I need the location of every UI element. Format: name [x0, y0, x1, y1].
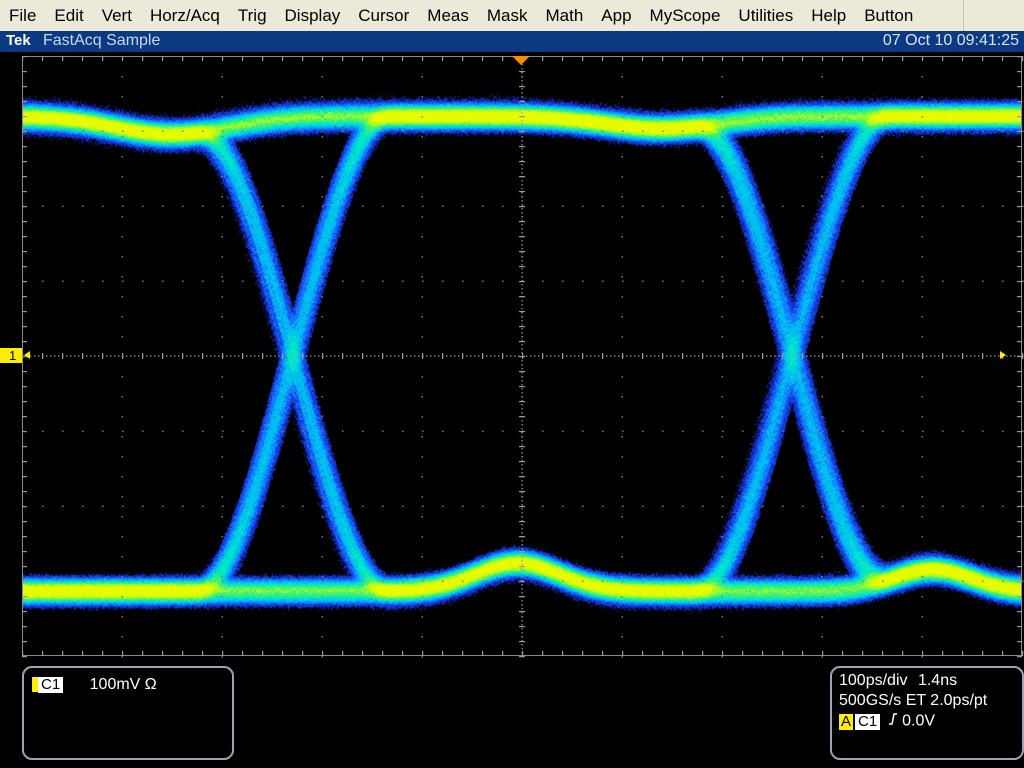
menu-horz-acq[interactable]: Horz/Acq — [141, 0, 229, 31]
menu-edit[interactable]: Edit — [45, 0, 92, 31]
trigger-level: 0.0V — [902, 712, 936, 730]
channel-1-label: 1 — [9, 348, 16, 363]
menu-bar-end — [963, 0, 1024, 31]
menu-cursor[interactable]: Cursor — [349, 0, 418, 31]
trigger-source-label: A — [839, 712, 854, 730]
menu-utilities[interactable]: Utilities — [729, 0, 802, 31]
menu-mask[interactable]: Mask — [478, 0, 537, 31]
menu-app[interactable]: App — [592, 0, 640, 31]
channel-name: C1 — [38, 676, 64, 693]
brand-label: Tek — [6, 32, 31, 49]
center-axes — [22, 56, 1024, 658]
menu-vert[interactable]: Vert — [93, 0, 141, 31]
trigger-channel: C1 — [855, 713, 881, 730]
horizontal-readout[interactable]: 100ps/div 1.4ns 500GS/s ET 2.0ps/pt A C1 … — [830, 666, 1024, 760]
menu-math[interactable]: Math — [537, 0, 593, 31]
date-time: 07 Oct 10 09:41:25 — [882, 32, 1019, 49]
vertical-scale: 100mV Ω — [89, 676, 157, 693]
graticule: 1 — [0, 56, 1024, 658]
status-bar: Tek FastAcq Sample 07 Oct 10 09:41:25 — [0, 31, 1024, 52]
menu-meas[interactable]: Meas — [418, 0, 478, 31]
menu-file[interactable]: File — [0, 0, 45, 31]
rising-edge-icon — [888, 712, 898, 731]
record-length: 1.4ns — [917, 672, 958, 689]
menu-trig[interactable]: Trig — [229, 0, 276, 31]
timebase-scale: 100ps/div — [839, 672, 908, 689]
menu-button[interactable]: Button — [855, 0, 922, 31]
channel-1-arrow — [24, 351, 30, 359]
menu-display[interactable]: Display — [276, 0, 350, 31]
menu-bar: File Edit Vert Horz/Acq Trig Display Cur… — [0, 0, 1024, 31]
acquisition-mode: FastAcq Sample — [43, 32, 161, 49]
waveform-display[interactable]: 1 — [0, 52, 1024, 662]
menu-help[interactable]: Help — [802, 0, 855, 31]
channel-readout[interactable]: C1 100mV Ω — [22, 666, 234, 760]
trigger-position-marker — [512, 56, 530, 65]
menu-myscope[interactable]: MyScope — [641, 0, 730, 31]
sample-rate: 500GS/s ET 2.0ps/pt — [839, 692, 988, 709]
